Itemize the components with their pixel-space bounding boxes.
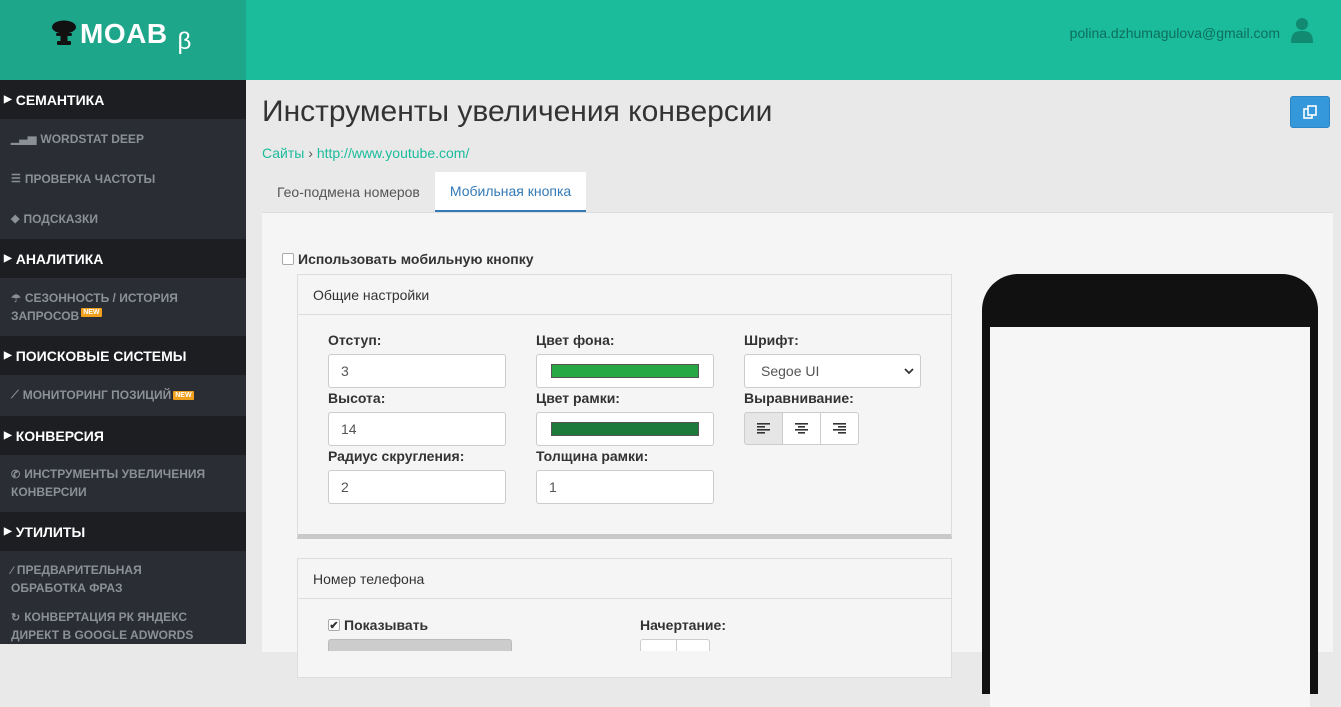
magic-wand-icon: ⁄ [11,564,13,577]
sidebar-item-frequency-check[interactable]: ☰ ПРОВЕРКА ЧАСТОТЫ [0,159,246,199]
page-title: Инструменты увеличения конверсии [262,95,773,128]
indent-label: Отступ: [328,332,382,348]
tab-mobile-button[interactable]: Мобильная кнопка [434,172,587,212]
align-label: Выравнивание: [744,390,854,406]
border-color-swatch [551,422,699,436]
tab-content: Использовать мобильную кнопку Общие наст… [262,212,1333,707]
border-color-label: Цвет рамки: [536,390,620,406]
brand-name: MOAB [80,18,168,49]
caret-right-icon: ▶ [4,253,12,264]
sync-icon: ↻ [11,612,21,624]
sidebar-section-analytics[interactable]: ▶ АНАЛИТИКА [0,239,246,278]
new-badge: NEW [173,391,194,400]
umbrella-icon: ☂ [11,292,21,305]
phone-icon: ✆ [11,469,21,481]
height-label: Высота: [328,390,386,406]
checkbox-checked[interactable]: ✔ [328,619,340,632]
sidebar-section-utilities[interactable]: ▶ УТИЛИТЫ [0,512,246,551]
line-chart-icon: ⟋ [11,389,19,401]
list-icon: ☰ [11,172,21,185]
phone-input[interactable] [328,639,512,651]
radius-label: Радиус скругления: [328,448,465,464]
radius-input[interactable]: 2 [328,470,506,504]
sidebar-item-conversion-tools[interactable]: ✆ ИНСТРУМЕНТЫ УВЕЛИЧЕНИЯ КОНВЕРСИИ [0,455,246,512]
general-settings-panel: Общие настройки Отступ: 3 Высота: 14 Рад… [297,274,952,539]
chevron-down-icon [904,367,914,374]
panel-heading: Номер телефона [298,559,951,599]
use-mobile-button-checkbox[interactable]: Использовать мобильную кнопку [282,251,534,267]
align-right-icon [833,423,846,434]
brand-logo[interactable]: MOAB β [50,18,192,56]
brand-beta: β [177,28,192,55]
align-left-icon [757,423,770,434]
height-input[interactable]: 14 [328,412,506,446]
breadcrumb-site-url[interactable]: http://www.youtube.com/ [317,145,470,161]
sidebar-item-phrase-preprocessing[interactable]: ⁄ ПРЕДВАРИТЕЛЬНАЯ ОБРАБОТКА ФРАЗ [0,551,246,607]
show-phone-checkbox[interactable]: ✔ Показывать [328,617,428,633]
bg-color-picker[interactable] [536,354,714,388]
tab-geo-substitution[interactable]: Гео-подмена номеров [262,172,435,212]
font-select-value: Segoe UI [761,363,820,379]
bold-button[interactable] [640,639,677,651]
indent-input[interactable]: 3 [328,354,506,388]
sidebar-section-semantics[interactable]: ▶ СЕМАНТИКА [0,80,246,119]
align-center-icon [795,423,808,434]
bg-color-label: Цвет фона: [536,332,615,348]
main-content: Инструменты увеличения конверсии Сайты ›… [246,80,1341,707]
sidebar-item-hints[interactable]: ◆ ПОДСКАЗКИ [0,199,246,239]
caret-right-icon: ▶ [4,526,12,537]
user-icon[interactable] [1291,17,1313,43]
copy-button[interactable] [1290,96,1330,128]
sidebar: ▶ СЕМАНТИКА ▁▃▅ WORDSTAT DEEP ☰ ПРОВЕРКА ЧА… [0,80,246,644]
breadcrumb-sites-link[interactable]: Сайты [262,145,304,161]
border-color-picker[interactable] [536,412,714,446]
align-center-button[interactable] [782,412,821,445]
checkbox[interactable] [282,253,294,265]
panel-heading: Общие настройки [298,275,951,315]
style-button-group [640,639,710,651]
align-left-button[interactable] [744,412,783,445]
sidebar-item-seasonality[interactable]: ☂ СЕЗОННОСТЬ / ИСТОРИЯ ЗАПРОСОВ NEW [0,278,246,336]
new-badge: NEW [81,307,102,317]
breadcrumb-separator: › [308,145,313,161]
mobile-preview-screen [990,327,1310,707]
caret-right-icon: ▶ [4,350,12,361]
tabs: Гео-подмена номеров Мобильная кнопка [262,172,587,212]
mobile-preview [982,274,1318,707]
sidebar-item-wordstat-deep[interactable]: ▁▃▅ WORDSTAT DEEP [0,119,246,159]
font-label: Шрифт: [744,332,799,348]
logo-area: MOAB β [0,0,246,80]
sidebar-section-search-engines[interactable]: ▶ ПОИСКОВЫЕ СИСТЕМЫ [0,336,246,375]
caret-right-icon: ▶ [4,94,12,105]
font-select[interactable]: Segoe UI [744,354,921,388]
top-navbar: polina.dzhumagulova@gmail.com [246,0,1341,80]
style-label: Начертание: [640,617,726,633]
sidebar-section-conversion[interactable]: ▶ КОНВЕРСИЯ [0,416,246,455]
bar-chart-icon: ▁▃▅ [11,132,37,145]
user-email[interactable]: polina.dzhumagulova@gmail.com [1070,25,1280,41]
caret-right-icon: ▶ [4,430,12,441]
mushroom-cloud-icon [52,20,76,45]
breadcrumb: Сайты › http://www.youtube.com/ [262,145,469,161]
phone-number-panel: Номер телефона ✔ Показывать Начертание: [297,558,952,678]
align-button-group [744,412,859,445]
bg-color-swatch [551,364,699,378]
tags-icon: ◆ [11,212,20,225]
sidebar-item-position-monitoring[interactable]: ⟋ МОНИТОРИНГ ПОЗИЦИЙ NEW [0,375,246,416]
copy-icon [1303,105,1317,119]
border-width-input[interactable]: 1 [536,470,714,504]
sidebar-item-rk-conversion[interactable]: ↻ КОНВЕРТАЦИЯ РК ЯНДЕКС ДИРЕКТ В GOOGLE A… [0,607,246,644]
italic-button[interactable] [676,639,710,651]
border-width-label: Толщина рамки: [536,448,649,464]
align-right-button[interactable] [820,412,859,445]
